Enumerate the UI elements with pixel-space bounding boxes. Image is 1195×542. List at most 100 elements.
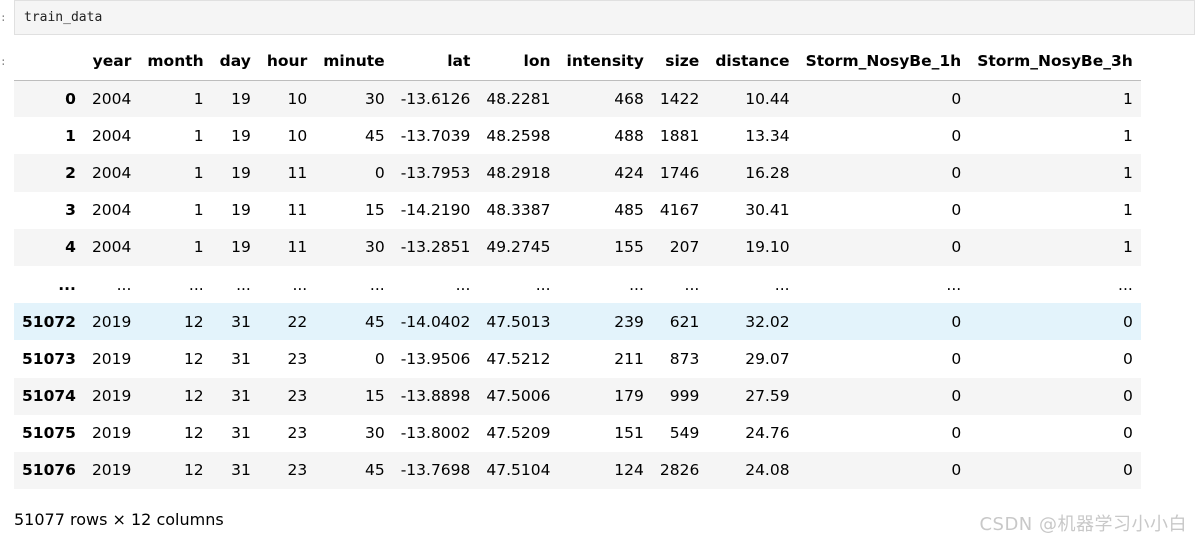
table-cell: 2019: [91, 387, 132, 406]
table-cell: 2826: [659, 461, 700, 480]
column-header: minute: [315, 42, 393, 81]
table-cell: 4167: [659, 201, 700, 220]
table-cell: 0: [374, 349, 385, 368]
row-index-cell: 1: [65, 126, 76, 145]
table-cell: 11: [287, 238, 308, 257]
table-cell: 23: [287, 461, 308, 480]
table-cell: 15: [364, 201, 385, 220]
table-cell: -13.8002: [400, 424, 471, 443]
table-cell: 15: [364, 387, 385, 406]
table-row[interactable]: 51074 2019 12 31 23 15 -13.8898 47.5006 179 999 27…: [14, 377, 1141, 415]
table-cell: 0: [1122, 312, 1133, 331]
table-cell: 207: [669, 238, 700, 257]
table-cell: 24.08: [745, 461, 790, 480]
table-cell: ...: [535, 275, 551, 294]
table-cell: 1: [193, 163, 204, 182]
column-header: lon: [478, 42, 559, 81]
table-cell: 0: [951, 238, 962, 257]
table-cell: 49.2745: [486, 238, 551, 257]
table-cell: -13.8898: [400, 387, 471, 406]
table-cell: 19: [231, 201, 251, 220]
table-cell: ...: [236, 275, 251, 294]
row-index-cell: 51074: [22, 387, 76, 406]
table-row[interactable]: .......................................: [14, 265, 1141, 304]
row-index-cell: ...: [58, 275, 76, 294]
column-header: size: [651, 42, 708, 81]
table-row[interactable]: 51076 2019 12 31 23 45 -13.7698 47.5104 124 2826 2…: [14, 451, 1141, 490]
table-cell: 999: [669, 387, 700, 406]
table-cell: 1422: [659, 89, 700, 108]
table-row[interactable]: 51075 2019 12 31 23 30 -13.8002 47.5209 151 549 24…: [14, 414, 1141, 452]
table-cell: 2004: [91, 238, 132, 257]
table-cell: 2019: [91, 461, 132, 480]
table-row[interactable]: 3 2004 1 19 11 15 -14.2190 48.3387 485 4167 30.41 0…: [14, 191, 1141, 229]
column-header: month: [139, 42, 212, 81]
table-row[interactable]: 51072 2019 12 31 22 45 -14.0402 47.5013 239 621 32…: [14, 303, 1141, 341]
table-cell: 2019: [91, 349, 132, 368]
table-row[interactable]: 0 2004 1 19 10 30 -13.6126 48.2281 468 1422 10.44 0…: [14, 80, 1141, 118]
table-cell: ...: [188, 275, 204, 294]
table-cell: 621: [669, 312, 700, 331]
table-cell: 10: [287, 126, 308, 145]
table-cell: 2004: [91, 163, 132, 182]
table-cell: 424: [614, 163, 644, 182]
table-cell: 124: [614, 461, 644, 480]
table-cell: ...: [629, 275, 644, 294]
table-cell: 22: [287, 312, 308, 331]
table-cell: 0: [951, 163, 962, 182]
table-cell: 19: [231, 89, 251, 108]
table-cell: 1: [1122, 163, 1133, 182]
table-cell: 47.5006: [486, 387, 551, 406]
table-cell: 48.2918: [486, 163, 551, 182]
table-cell: 19: [231, 238, 251, 257]
table-cell: 27.59: [745, 387, 790, 406]
table-cell: 468: [614, 89, 644, 108]
table-cell: 48.3387: [486, 201, 551, 220]
row-index-cell: 3: [65, 201, 76, 220]
table-cell: 31: [231, 424, 251, 443]
table-cell: 47.5209: [486, 424, 551, 443]
table-cell: 0: [951, 387, 962, 406]
table-cell: 12: [183, 349, 204, 368]
table-cell: 1: [193, 238, 204, 257]
table-cell: 1881: [659, 126, 700, 145]
table-cell: 549: [669, 424, 700, 443]
table-cell: 19.10: [745, 238, 790, 257]
index-column-header: [14, 42, 84, 81]
code-input-cell[interactable]: train_data: [14, 0, 1195, 35]
table-cell: 48.2281: [486, 89, 551, 108]
table-cell: 19: [231, 163, 251, 182]
row-index-cell: 0: [65, 89, 76, 108]
table-cell: 23: [287, 349, 308, 368]
table-cell: 23: [287, 387, 308, 406]
table-cell: 1: [1122, 201, 1133, 220]
table-cell: 1: [1122, 89, 1133, 108]
table-cell: 30: [364, 89, 385, 108]
row-index-cell: 51072: [22, 312, 76, 331]
row-index-cell: 51073: [22, 349, 76, 368]
table-cell: 0: [951, 89, 962, 108]
table-row[interactable]: 51073 2019 12 31 23 0 -13.9506 47.5212 211 873 29.…: [14, 340, 1141, 378]
table-row[interactable]: 2 2004 1 19 11 0 -13.7953 48.2918 424 1746 16.28 0 1: [14, 154, 1141, 192]
table-row[interactable]: 4 2004 1 19 11 30 -13.2851 49.2745 155 207 19.10 0 1: [14, 228, 1141, 266]
row-index-cell: 51075: [22, 424, 76, 443]
row-index-cell: 4: [65, 238, 76, 257]
table-cell: 0: [951, 312, 962, 331]
table-cell: 45: [364, 461, 385, 480]
table-cell: 10: [287, 89, 308, 108]
dataframe-output: year month day hour minute lat lon intensity siz…: [14, 42, 1195, 490]
input-prompt-marker: :: [0, 11, 7, 24]
table-cell: 2004: [91, 126, 132, 145]
table-cell: 30: [364, 424, 385, 443]
table-cell: -14.2190: [400, 201, 471, 220]
table-row[interactable]: 1 2004 1 19 10 45 -13.7039 48.2598 488 1881 13.34 0…: [14, 117, 1141, 155]
table-cell: 48.2598: [486, 126, 551, 145]
table-cell: 12: [183, 424, 204, 443]
table-cell: -13.7698: [400, 461, 471, 480]
table-cell: 23: [287, 424, 308, 443]
table-cell: -13.6126: [400, 89, 471, 108]
table-cell: -13.7953: [400, 163, 471, 182]
table-body: 0 2004 1 19 10 30 -13.6126 48.2281 468 1422 10.44 0…: [14, 80, 1141, 490]
table-cell: ...: [1118, 275, 1133, 294]
table-cell: ...: [369, 275, 385, 294]
